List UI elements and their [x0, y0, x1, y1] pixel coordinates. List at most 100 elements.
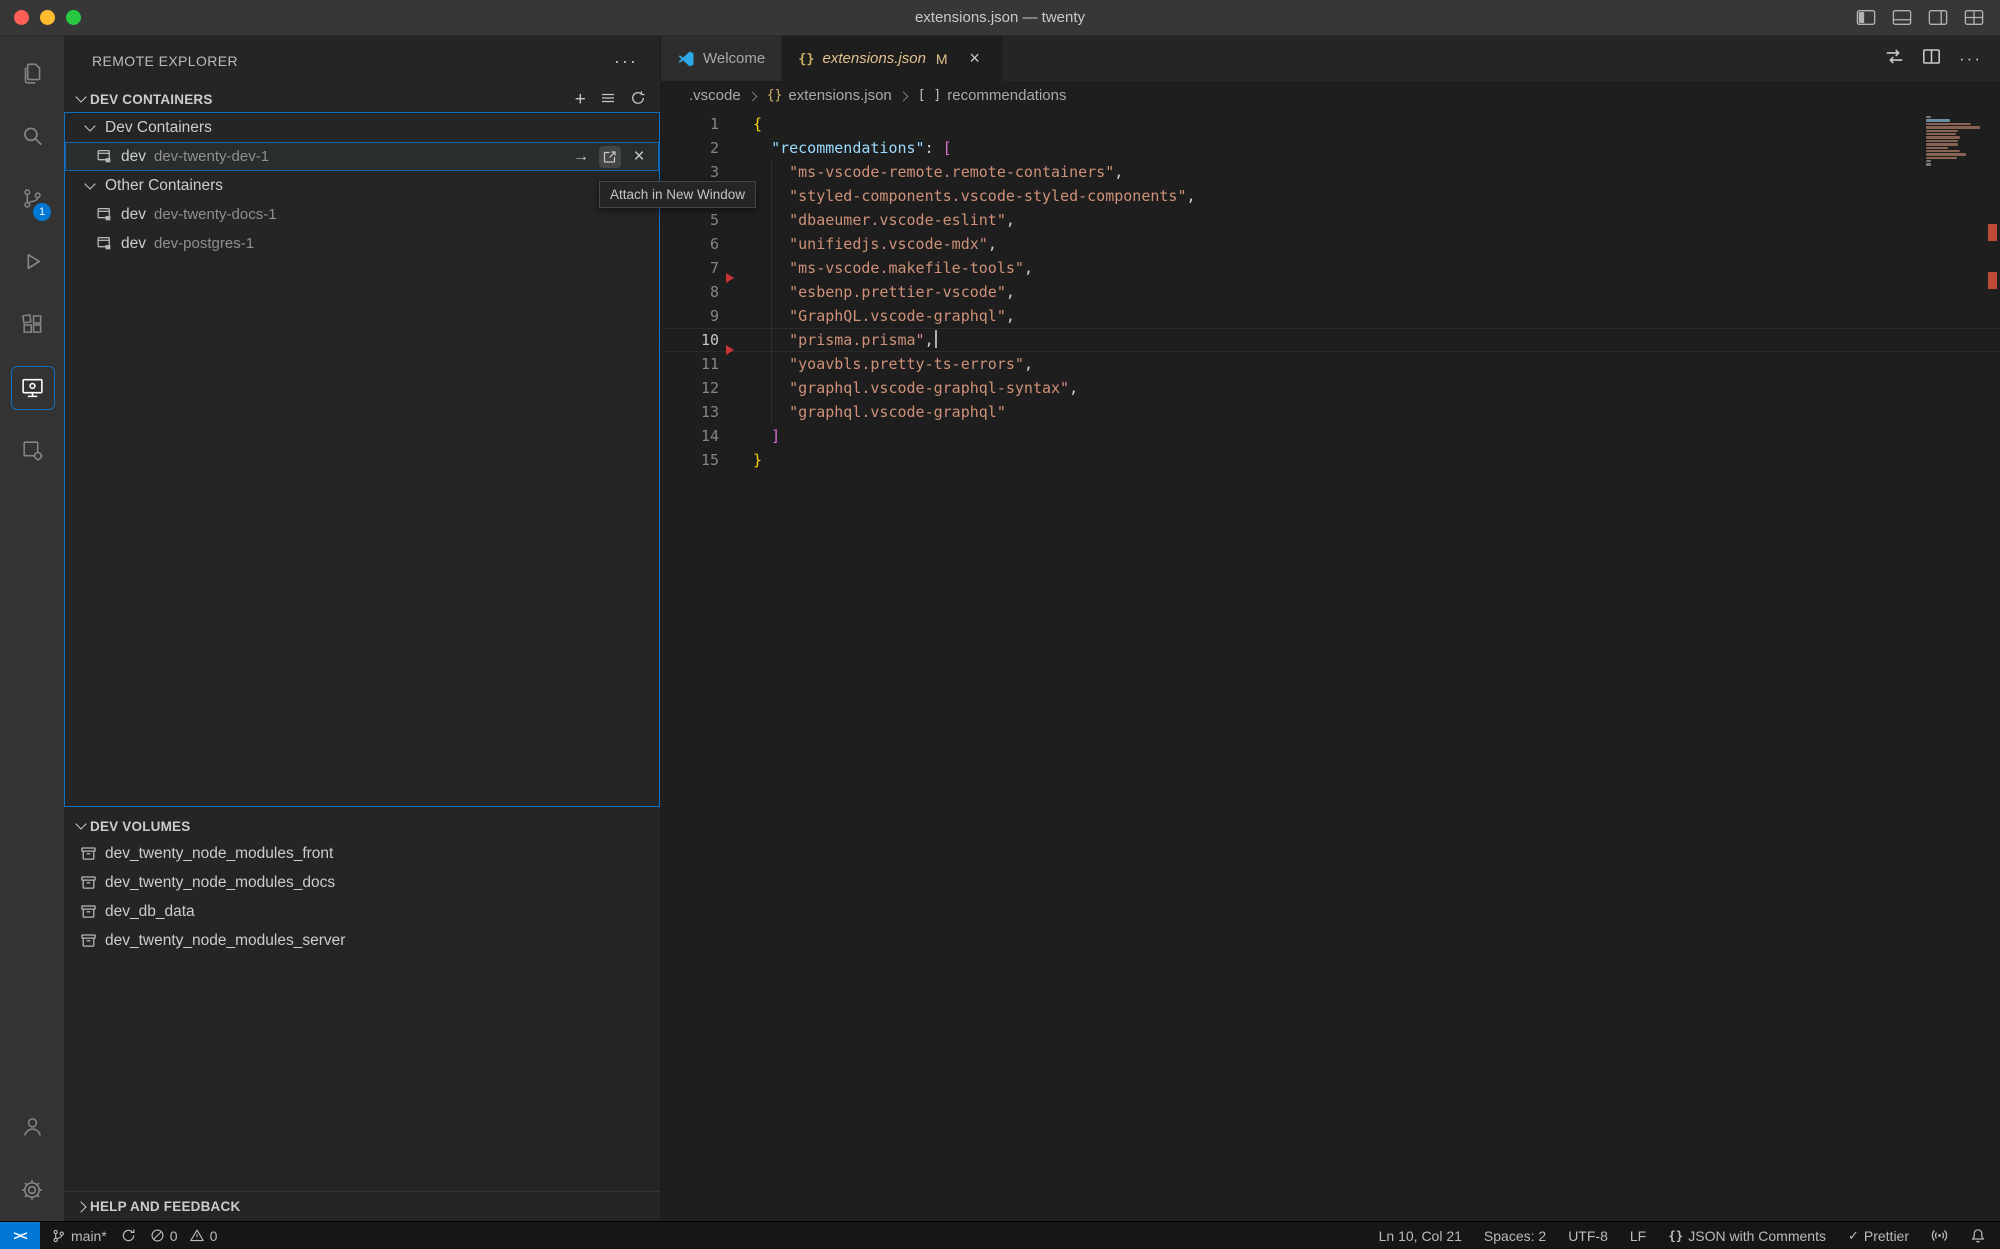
search-icon[interactable]	[0, 104, 64, 167]
titlebar[interactable]: extensions.json — twenty	[0, 0, 2000, 36]
code-line[interactable]: 7 "ms-vscode.makefile-tools",	[661, 256, 2000, 280]
errors-icon	[150, 1228, 165, 1243]
close-window-button[interactable]	[14, 10, 29, 25]
container-name: dev	[121, 148, 146, 166]
container-item[interactable]: devdev-twenty-docs-1	[65, 200, 659, 229]
code-text: "ms-vscode-remote.remote-containers",	[753, 160, 1123, 184]
split-editor-icon[interactable]	[1922, 47, 1941, 71]
volume-icon	[80, 903, 97, 920]
minimap[interactable]	[1926, 116, 1982, 166]
code-line[interactable]: 1{	[661, 112, 2000, 136]
line-number: 7	[661, 256, 719, 280]
details-list-icon[interactable]	[600, 90, 616, 109]
status-sync[interactable]	[121, 1228, 136, 1243]
code-line[interactable]: 15}	[661, 448, 2000, 472]
sidebar-title: REMOTE EXPLORER	[92, 53, 238, 69]
toggle-panel-icon[interactable]	[1892, 9, 1912, 26]
code-line[interactable]: 13 "graphql.vscode-graphql"	[661, 400, 2000, 424]
status-label: Spaces: 2	[1484, 1228, 1546, 1244]
code-line[interactable]: 5 "dbaeumer.vscode-eslint",	[661, 208, 2000, 232]
code-line[interactable]: 14 ]	[661, 424, 2000, 448]
section-dev-volumes: DEV VOLUMES dev_twenty_node_modules_fron…	[64, 813, 660, 955]
volume-item[interactable]: dev_twenty_node_modules_front	[64, 839, 660, 868]
code-line[interactable]: 11 "yoavbls.pretty-ts-errors",	[661, 352, 2000, 376]
extensions-icon[interactable]	[0, 293, 64, 356]
status-notifications[interactable]	[1970, 1228, 1986, 1244]
array-icon: [ ]	[918, 88, 941, 103]
explorer-icon[interactable]	[0, 41, 64, 104]
tree-group[interactable]: Other Containers	[65, 171, 659, 200]
container-item[interactable]: devdev-twenty-dev-1 → ×	[65, 142, 659, 171]
source-control-icon[interactable]: 1	[0, 167, 64, 230]
remote-explorer-icon[interactable]	[0, 356, 64, 419]
more-actions-icon[interactable]: ···	[614, 56, 638, 66]
tree-group[interactable]: Dev Containers	[65, 113, 659, 142]
line-number: 15	[661, 448, 719, 472]
volume-item[interactable]: dev_db_data	[64, 897, 660, 926]
volume-name: dev_twenty_node_modules_server	[105, 932, 345, 950]
code-line[interactable]: 6 "unifiedjs.vscode-mdx",	[661, 232, 2000, 256]
remove-container-icon[interactable]: ×	[628, 146, 650, 168]
chevron-right-icon	[74, 1199, 90, 1215]
breadcrumb-separator-icon	[899, 90, 911, 102]
code-line[interactable]: 2 "recommendations": [	[661, 136, 2000, 160]
toggle-primary-sidebar-icon[interactable]	[1856, 9, 1876, 26]
volume-icon	[80, 845, 97, 862]
accounts-icon[interactable]	[0, 1095, 64, 1158]
customize-layout-icon[interactable]	[1964, 9, 1984, 26]
run-and-debug-icon[interactable]	[0, 230, 64, 293]
gutter	[719, 280, 753, 304]
section-dev-containers[interactable]: DEV CONTAINERS +	[64, 86, 660, 112]
tab-extensions-json[interactable]: {} extensions.json M ×	[782, 36, 1002, 81]
status-eol[interactable]: LF	[1630, 1228, 1646, 1244]
status-problems[interactable]: 0 0	[150, 1228, 218, 1244]
breadcrumb-label: recommendations	[947, 87, 1066, 104]
braces-icon: {}	[1668, 1228, 1683, 1243]
status-formatter[interactable]: ✓Prettier	[1848, 1228, 1909, 1244]
gutter	[719, 448, 753, 472]
close-tab-icon[interactable]: ×	[964, 48, 986, 70]
code-text: "prisma.prisma",	[753, 328, 937, 352]
tab-wel[interactable]: Welcome	[661, 36, 782, 81]
code-line[interactable]: 12 "graphql.vscode-graphql-syntax",	[661, 376, 2000, 400]
dev-containers-icon[interactable]	[0, 419, 64, 482]
chevron-down-icon	[83, 178, 99, 194]
code-line[interactable]: 4 "styled-components.vscode-styled-compo…	[661, 184, 2000, 208]
open-changes-icon[interactable]	[1885, 47, 1904, 71]
layout-controls	[1856, 9, 2000, 26]
status-indentation[interactable]: Spaces: 2	[1484, 1228, 1546, 1244]
status-cursor-position[interactable]: Ln 10, Col 21	[1379, 1228, 1462, 1244]
breadcrumb-label: .vscode	[689, 87, 741, 104]
dev-volumes-header[interactable]: DEV VOLUMES	[64, 813, 660, 839]
code-line[interactable]: 9 "GraphQL.vscode-graphql",	[661, 304, 2000, 328]
container-item[interactable]: devdev-postgres-1	[65, 229, 659, 258]
status-encoding[interactable]: UTF-8	[1568, 1228, 1608, 1244]
refresh-icon[interactable]	[630, 90, 646, 109]
status-language-mode[interactable]: {}JSON with Comments	[1668, 1228, 1826, 1244]
code-line[interactable]: 3 "ms-vscode-remote.remote-containers",	[661, 160, 2000, 184]
breadcrumb-file[interactable]: {} extensions.json	[767, 87, 892, 104]
status-git-branch[interactable]: main*	[51, 1228, 107, 1244]
attach-container-icon[interactable]: →	[570, 146, 592, 168]
breadcrumb-folder[interactable]: .vscode	[689, 87, 741, 104]
toggle-secondary-sidebar-icon[interactable]	[1928, 9, 1948, 26]
more-actions-icon[interactable]: ···	[1959, 54, 1982, 64]
sidebar-title-row: REMOTE EXPLORER ···	[64, 36, 660, 86]
code-line[interactable]: 8 "esbenp.prettier-vscode",	[661, 280, 2000, 304]
breadcrumb-symbol[interactable]: [ ] recommendations	[918, 87, 1067, 104]
remote-indicator[interactable]: ><	[0, 1222, 40, 1249]
volume-item[interactable]: dev_twenty_node_modules_docs	[64, 868, 660, 897]
settings-gear-icon[interactable]	[0, 1158, 64, 1221]
editor-group: Welcome {} extensions.json M ×	[661, 36, 2000, 1221]
minimize-window-button[interactable]	[40, 10, 55, 25]
add-icon[interactable]: +	[575, 90, 586, 109]
gutter	[719, 328, 753, 352]
help-and-feedback-header[interactable]: HELP AND FEEDBACK	[64, 1191, 660, 1221]
status-feedback[interactable]	[1931, 1227, 1948, 1244]
code-editor[interactable]: 1{2 "recommendations": [3 "ms-vscode-rem…	[661, 110, 2000, 1221]
zoom-window-button[interactable]	[66, 10, 81, 25]
gutter	[719, 400, 753, 424]
volume-item[interactable]: dev_twenty_node_modules_server	[64, 926, 660, 955]
attach-new-window-icon[interactable]	[599, 146, 621, 168]
code-line[interactable]: 10 "prisma.prisma",	[661, 328, 2000, 352]
